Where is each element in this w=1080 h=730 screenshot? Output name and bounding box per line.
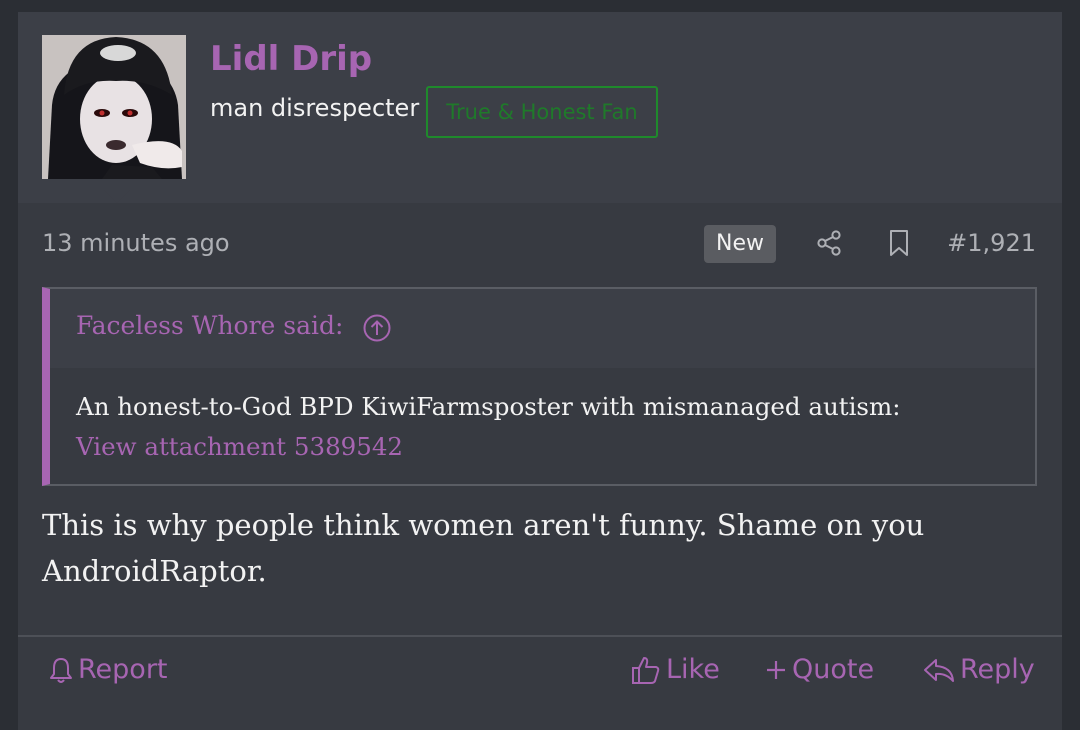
reply-icon [924, 659, 954, 682]
avatar[interactable] [42, 35, 186, 179]
reply-label: Reply [960, 654, 1035, 685]
report-button[interactable]: Report [48, 652, 168, 688]
arrow-up-circle-icon[interactable] [362, 313, 392, 343]
reply-button[interactable]: Reply [922, 652, 1035, 688]
quote-label: Quote [792, 654, 875, 685]
footer-divider [18, 635, 1062, 637]
attachment-link[interactable]: View attachment 5389542 [76, 427, 1016, 467]
quote-header: Faceless Whore said: [50, 289, 1035, 368]
share-icon[interactable] [814, 228, 844, 258]
user-banner: True & Honest Fan [426, 86, 658, 138]
like-label: Like [666, 654, 720, 685]
quote-button[interactable]: Quote [764, 652, 874, 688]
user-title: man disrespecter [210, 94, 420, 122]
bell-icon [50, 658, 72, 683]
post-timestamp[interactable]: 13 minutes ago [42, 229, 230, 257]
quote-text: An honest-to-God BPD KiwiFarmsposter wit… [76, 392, 901, 421]
post-container: Lidl Drip man disrespecter True & Honest… [18, 12, 1062, 730]
quote-attribution[interactable]: Faceless Whore said: [76, 311, 343, 340]
like-button[interactable]: Like [630, 652, 720, 688]
bookmark-icon[interactable] [886, 228, 912, 258]
username-link[interactable]: Lidl Drip [210, 39, 372, 79]
new-badge: New [704, 225, 776, 263]
author-bar: Lidl Drip man disrespecter True & Honest… [18, 12, 1062, 203]
post-message: This is why people think women aren't fu… [42, 508, 925, 588]
post-number-link[interactable]: #1,921 [947, 229, 1036, 257]
report-label: Report [78, 654, 168, 685]
quote-block: Faceless Whore said: An honest-to-God BP… [42, 287, 1037, 486]
thumbs-up-icon [632, 657, 660, 684]
quote-body: An honest-to-God BPD KiwiFarmsposter wit… [76, 387, 1016, 467]
plus-icon [767, 661, 785, 679]
avatar-pointer [104, 190, 130, 203]
